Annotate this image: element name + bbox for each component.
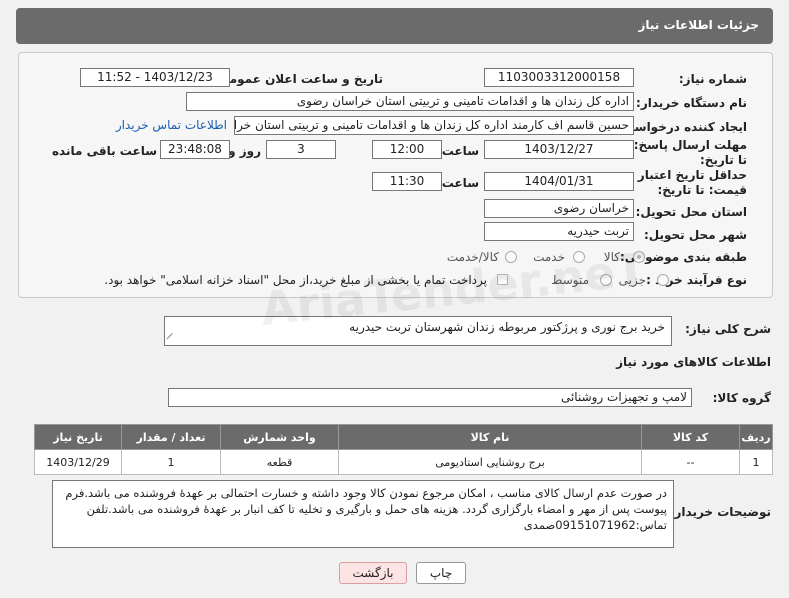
buyer-contact-link[interactable]: اطلاعات تماس خریدار bbox=[116, 118, 227, 132]
cell-unit: قطعه bbox=[220, 449, 339, 475]
col-unit: واحد شمارش bbox=[220, 424, 339, 450]
province-label: استان محل تحویل: bbox=[635, 205, 747, 219]
cell-quantity: 1 bbox=[121, 449, 221, 475]
table-row: 1 -- برج روشنایی استادیومی قطعه 1 1403/1… bbox=[34, 449, 773, 475]
price-validity-time-label: ساعت bbox=[441, 176, 479, 190]
goods-group-label: گروه کالا: bbox=[712, 391, 771, 405]
description-textarea[interactable]: خرید برج نوری و پرژکتور مربوطه زندان شهر… bbox=[164, 316, 672, 346]
need-number-field: 1103003312000158 bbox=[484, 68, 634, 87]
buyer-org-field: اداره کل زندان ها و اقدامات تامینی و ترب… bbox=[186, 92, 634, 111]
remaining-field: 23:48:08 bbox=[160, 140, 230, 159]
buyer-org-label: نام دستگاه خریدار: bbox=[636, 96, 747, 110]
city-field: تربت حیدریه bbox=[484, 222, 634, 241]
goods-table-header: ردیف کد کالا نام کالا واحد شمارش تعداد /… bbox=[34, 424, 773, 450]
description-label: شرح کلی نیاز: bbox=[685, 322, 771, 336]
reply-date-field: 1403/12/27 bbox=[484, 140, 634, 159]
col-name: نام کالا bbox=[338, 424, 642, 450]
buyer-notes-text: در صورت عدم ارسال کالای مناسب ، امکان مر… bbox=[65, 486, 667, 532]
back-button[interactable]: بازگشت bbox=[339, 562, 407, 584]
province-field: خراسان رضوی bbox=[484, 199, 634, 218]
reply-time-label: ساعت bbox=[441, 144, 479, 158]
col-row: ردیف bbox=[739, 424, 773, 450]
announce-field: 1403/12/23 - 11:52 bbox=[80, 68, 230, 87]
cell-name: برج روشنایی استادیومی bbox=[338, 449, 642, 475]
creator-field: حسین قاسم اف کارمند اداره کل زندان ها و … bbox=[234, 116, 634, 135]
price-validity-label: حداقل تاریخ اعتبار قیمت: تا تاریخ: bbox=[637, 168, 747, 197]
price-validity-date-field: 1404/01/31 bbox=[484, 172, 634, 191]
page-title: جزئیات اطلاعات نیاز bbox=[638, 18, 759, 32]
goods-group-field: لامپ و تجهیزات روشنائی bbox=[168, 388, 692, 407]
days-field: 3 bbox=[266, 140, 336, 159]
cell-code: -- bbox=[641, 449, 740, 475]
buyer-notes-label: توضیحات خریدار: bbox=[669, 505, 771, 519]
page-header: جزئیات اطلاعات نیاز bbox=[16, 8, 773, 44]
city-label: شهر محل تحویل: bbox=[643, 228, 747, 242]
remaining-label: ساعت باقی مانده bbox=[51, 144, 157, 158]
resize-grip-icon bbox=[166, 332, 179, 346]
col-need-date: تاریخ نیاز bbox=[34, 424, 122, 450]
days-label: روز و bbox=[228, 144, 261, 158]
creator-label: ایجاد کننده درخواست: bbox=[617, 120, 747, 134]
buyer-notes-textarea[interactable]: در صورت عدم ارسال کالای مناسب ، امکان مر… bbox=[52, 480, 674, 548]
price-validity-time-field: 11:30 bbox=[372, 172, 442, 191]
purchase-minor-radio[interactable] bbox=[657, 274, 669, 286]
goods-table: ردیف کد کالا نام کالا واحد شمارش تعداد /… bbox=[34, 424, 773, 475]
need-number-label: شماره نیاز: bbox=[678, 72, 747, 86]
col-quantity: تعداد / مقدار bbox=[121, 424, 221, 450]
goods-section-title: اطلاعات کالاهای مورد نیاز bbox=[616, 355, 771, 369]
reply-time-field: 12:00 bbox=[372, 140, 442, 159]
cell-row: 1 bbox=[739, 449, 773, 475]
announce-label: تاریخ و ساعت اعلان عمومی: bbox=[212, 72, 383, 86]
cell-need-date: 1403/12/29 bbox=[34, 449, 122, 475]
reply-deadline-label: مهلت ارسال پاسخ: تا تاریخ: bbox=[633, 138, 747, 167]
col-code: کد کالا bbox=[641, 424, 740, 450]
print-button[interactable]: چاپ bbox=[416, 562, 466, 584]
